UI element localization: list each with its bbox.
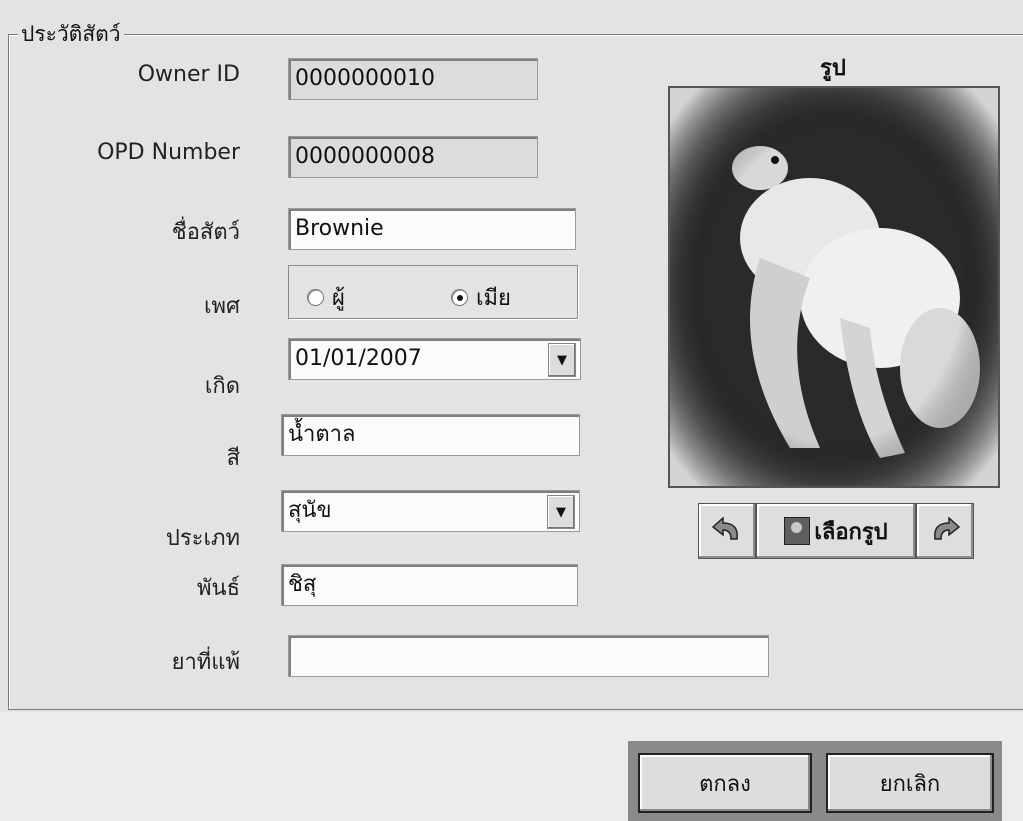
- rotate-right-button[interactable]: [916, 503, 974, 559]
- type-select-value: สุนัข: [288, 498, 332, 523]
- sex-female-label: เมีย: [476, 286, 511, 311]
- color-label: สี: [226, 446, 240, 471]
- allergy-label: ยาที่แพ้: [171, 650, 240, 675]
- owner-id-label: Owner ID: [137, 62, 240, 87]
- chevron-down-icon[interactable]: ▼: [548, 343, 576, 377]
- choose-photo-label: เลือกรูป: [814, 519, 888, 545]
- owner-id-field[interactable]: 0000000010: [288, 58, 538, 100]
- opd-number-field[interactable]: 0000000008: [288, 136, 538, 178]
- sex-label: เพศ: [204, 294, 240, 319]
- breed-label: พันธ์: [197, 576, 240, 601]
- birth-date-picker[interactable]: 01/01/2007 ▼: [288, 338, 581, 380]
- rotate-left-icon: [711, 517, 738, 540]
- pet-photo: [668, 86, 1000, 488]
- ok-button[interactable]: ตกลง: [638, 753, 812, 813]
- photo-title: รูป: [820, 56, 846, 81]
- cancel-button[interactable]: ยกเลิก: [826, 753, 994, 813]
- color-field[interactable]: น้ำตาล: [281, 414, 580, 456]
- sex-radio-group: ผู้ เมีย: [288, 265, 578, 319]
- chevron-down-icon[interactable]: ▼: [547, 495, 575, 529]
- allergy-field[interactable]: [288, 635, 769, 677]
- rotate-left-button[interactable]: [698, 503, 756, 559]
- sex-male-radio[interactable]: ผู้: [307, 280, 345, 315]
- sex-female-radio[interactable]: เมีย: [451, 280, 511, 315]
- breed-field[interactable]: ชิสุ: [281, 564, 578, 606]
- radio-checked-icon: [451, 289, 468, 306]
- pet-name-field[interactable]: Brownie: [288, 208, 576, 250]
- opd-number-label: OPD Number: [97, 140, 240, 165]
- birth-date-value: 01/01/2007: [295, 346, 422, 371]
- type-label: ประเภท: [165, 526, 240, 551]
- birth-label: เกิด: [204, 374, 240, 399]
- portrait-icon: [784, 517, 811, 545]
- choose-photo-button[interactable]: เลือกรูป: [756, 503, 916, 559]
- sex-male-label: ผู้: [332, 286, 345, 311]
- pet-name-label: ชื่อสัตว์: [171, 220, 240, 245]
- rotate-right-icon: [934, 517, 961, 540]
- pet-photo-image: [670, 88, 998, 486]
- groupbox-title: ประวัติสัตว์: [18, 18, 124, 51]
- type-select[interactable]: สุนัข ▼: [281, 490, 580, 532]
- radio-unchecked-icon: [307, 289, 324, 306]
